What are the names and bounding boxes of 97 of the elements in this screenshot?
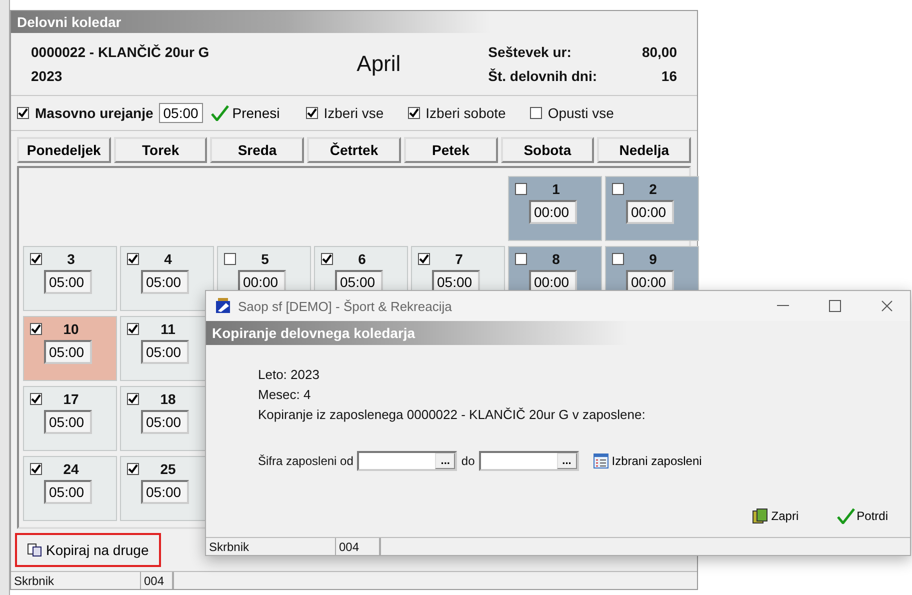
day-number: 18	[159, 391, 177, 407]
day-number: 2	[648, 181, 658, 197]
checkbox[interactable]	[17, 107, 29, 119]
weekday-header[interactable]: Sobota	[500, 137, 594, 163]
list-icon	[592, 453, 609, 469]
info-text: Kopiranje iz zaposlenega 0000022 - KLANČIČ 20ur G v zaposlene:	[258, 407, 646, 422]
weekday-header[interactable]: Ponedeljek	[17, 137, 111, 163]
checkbox[interactable]	[408, 107, 420, 119]
checkbox[interactable]	[418, 253, 430, 265]
dialog-heading: Kopiranje delovnega koledarja	[206, 321, 910, 345]
minimize-icon	[777, 305, 789, 307]
status-text: Skrbnik	[11, 572, 141, 589]
time-field[interactable]: 00:00	[529, 200, 577, 224]
month-title: April	[356, 51, 401, 77]
checkbox[interactable]	[30, 323, 42, 335]
info-text: Mesec: 4	[258, 387, 312, 402]
day-number: 24	[62, 461, 80, 477]
total-label: Seštevek ur:	[488, 44, 572, 60]
close-dialog-button[interactable]: Zapri	[745, 507, 805, 525]
weekday-header[interactable]: Petek	[404, 137, 498, 163]
checkbox[interactable]	[30, 393, 42, 405]
checkbox[interactable]	[306, 107, 318, 119]
transfer-button[interactable]: Prenesi	[209, 105, 282, 121]
day-number: 1	[551, 181, 561, 197]
weekday-header[interactable]: Četrtek	[307, 137, 401, 163]
employee-from-field[interactable]: ...	[357, 451, 458, 471]
status-text: 004	[336, 538, 380, 555]
day-number: 5	[260, 251, 270, 267]
day-cell[interactable]: 2 00:00	[605, 176, 699, 241]
checkbox[interactable]	[127, 253, 139, 265]
check-icon	[211, 105, 230, 121]
checkbox[interactable]	[515, 253, 527, 265]
time-field[interactable]: 05:00	[141, 410, 189, 434]
day-cell[interactable]: 24 05:00	[23, 456, 117, 521]
day-cell[interactable]: 10 05:00	[23, 316, 117, 381]
option-label: Izberi vse	[324, 105, 384, 121]
time-field[interactable]: 05:00	[44, 340, 92, 364]
day-cell[interactable]: 17 05:00	[23, 386, 117, 451]
option-label: Izberi sobote	[426, 105, 506, 121]
app-icon	[214, 297, 232, 315]
mass-edit-label: Masovno urejanje	[35, 105, 154, 121]
range-label: do	[461, 454, 475, 468]
day-number: 8	[551, 251, 561, 267]
checkbox[interactable]	[612, 253, 624, 265]
checkbox[interactable]	[127, 323, 139, 335]
browse-button[interactable]: ...	[435, 453, 456, 469]
employee-to-field[interactable]: ...	[478, 451, 579, 471]
day-number: 17	[62, 391, 80, 407]
day-number: 3	[66, 251, 76, 267]
day-number: 11	[160, 321, 176, 337]
checkbox[interactable]	[612, 183, 624, 195]
checkbox[interactable]	[530, 107, 542, 119]
info-text: Leto: 2023	[258, 367, 320, 382]
total-label: Št. delovnih dni:	[488, 68, 597, 84]
year-label: 2023	[31, 68, 64, 84]
check-icon	[836, 508, 855, 524]
time-field[interactable]: 05:00	[44, 480, 92, 504]
day-number: 6	[357, 251, 367, 267]
status-text: Skrbnik	[206, 538, 336, 555]
day-cell[interactable]: 3 05:00	[23, 246, 117, 311]
checkbox[interactable]	[127, 393, 139, 405]
day-number: 10	[62, 321, 80, 337]
day-number: 4	[163, 251, 173, 267]
total-value: 80,00	[640, 44, 677, 60]
weekday-header[interactable]: Nedelja	[597, 137, 691, 163]
day-cell[interactable]: 4 05:00	[120, 246, 214, 311]
range-label: Šifra zaposleni od	[258, 454, 354, 468]
weekday-header[interactable]: Sreda	[210, 137, 304, 163]
checkbox[interactable]	[127, 463, 139, 475]
selected-employees-link[interactable]: Izbrani zaposleni	[590, 453, 704, 469]
time-field[interactable]: 05:00	[44, 410, 92, 434]
time-field[interactable]: 00:00	[626, 200, 674, 224]
checkbox[interactable]	[515, 183, 527, 195]
time-field[interactable]: 05:00	[159, 103, 204, 123]
confirm-button[interactable]: Potrdi	[830, 507, 894, 525]
time-field[interactable]: 05:00	[44, 270, 92, 294]
status-text: 004	[141, 572, 173, 589]
maximize-icon	[829, 300, 841, 312]
option-label: Opusti vse	[548, 105, 614, 121]
checkbox[interactable]	[30, 253, 42, 265]
time-field[interactable]: 05:00	[141, 480, 189, 504]
copy-icon	[27, 543, 43, 557]
time-field[interactable]: 05:00	[141, 340, 189, 364]
weekday-header[interactable]: Torek	[114, 137, 208, 163]
day-cell[interactable]: 1 00:00	[508, 176, 602, 241]
day-number: 9	[648, 251, 658, 267]
close-icon	[881, 300, 893, 312]
employee-name: 0000022 - KLANČIČ 20ur G	[31, 44, 210, 60]
day-number: 25	[159, 461, 177, 477]
checkbox[interactable]	[224, 253, 236, 265]
browse-button[interactable]: ...	[556, 453, 577, 469]
copy-button[interactable]: Kopiraj na druge	[15, 533, 161, 567]
checkbox[interactable]	[321, 253, 333, 265]
total-value: 16	[660, 68, 677, 84]
day-number: 7	[454, 251, 464, 267]
checkbox[interactable]	[30, 463, 42, 475]
time-field[interactable]: 05:00	[141, 270, 189, 294]
